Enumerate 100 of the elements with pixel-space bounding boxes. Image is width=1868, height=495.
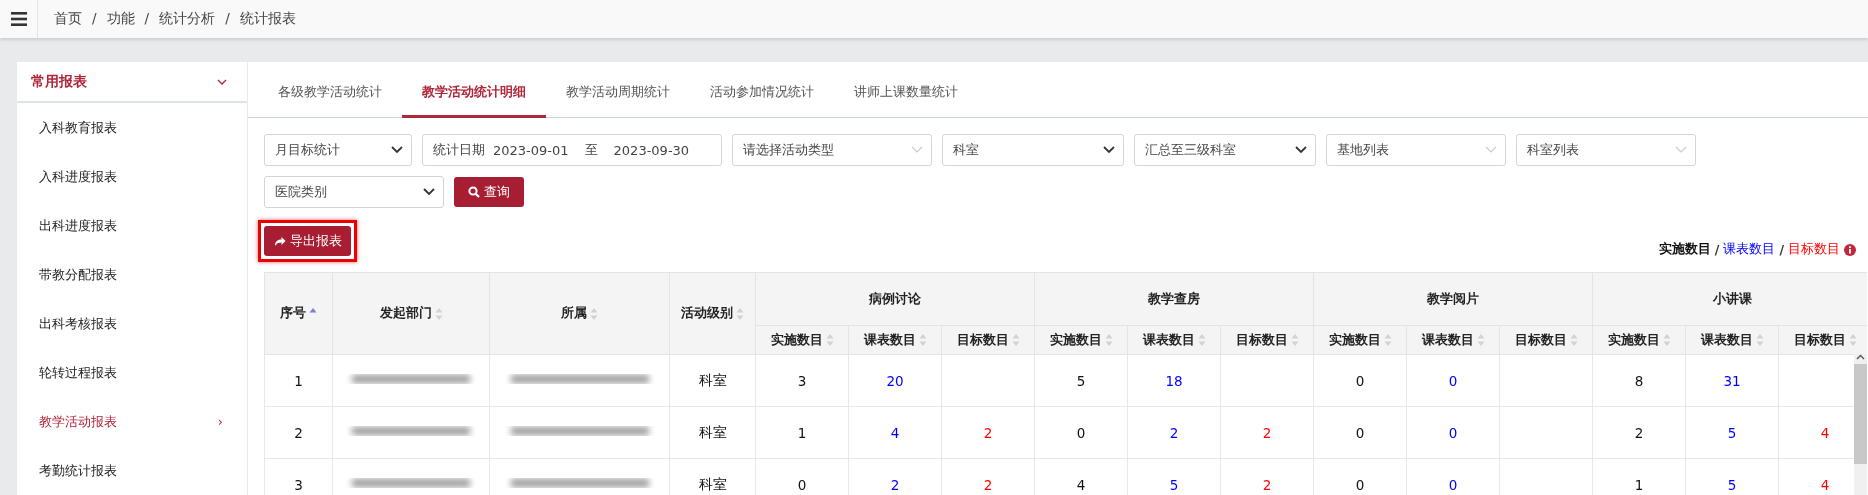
breadcrumb-item: 统计报表 [239,10,296,28]
breadcrumb-separator: / [225,10,230,28]
select-field[interactable]: 基地列表 [1326,134,1506,167]
column-header[interactable]: 课表数目 [1127,325,1221,355]
table-cell: 0 [1313,406,1407,459]
sort-icon[interactable] [1197,333,1206,348]
column-header[interactable]: 课表数目 [1406,325,1500,355]
column-header[interactable]: 所属 [489,272,670,355]
tab[interactable]: 活动参加情况统计 [690,62,834,119]
select-field[interactable]: 科室 [942,134,1124,167]
search-icon [468,186,480,199]
breadcrumb-item[interactable]: 统计分析 [159,10,216,28]
chevron-down-icon [423,188,435,197]
chevron-icon [217,78,227,85]
table-cell: 5 [1685,406,1779,459]
legend-label: 实施数目 [1658,241,1711,259]
table-cell: 2 [1592,406,1686,459]
share-arrow-icon [273,235,286,247]
arrow-icon: › [217,414,223,429]
sort-icon[interactable] [1848,333,1857,348]
info-icon[interactable] [1844,243,1856,256]
column-header[interactable]: 目标数目 [1499,325,1593,355]
scrollbar[interactable] [1854,354,1867,495]
table-cell: 1 [264,354,333,407]
sort-icon[interactable] [1383,333,1392,348]
sort-icon[interactable] [1011,333,1020,348]
table-cell: 4 [848,406,942,459]
legend-label: 课表数目 [1723,241,1776,259]
breadcrumb-separator: / [144,10,150,28]
export-button[interactable]: 导出报表 [264,226,351,257]
sort-icon[interactable] [1755,333,1764,348]
sort-icon[interactable] [434,306,443,321]
table-cell: 18 [1127,354,1221,407]
column-header[interactable]: 课表数目 [848,325,942,355]
table-cell: 3 [264,458,333,495]
breadcrumb-item[interactable]: 功能 [106,10,135,28]
column-header[interactable]: 发起部门 [332,272,490,355]
chevron-down-icon [1103,146,1115,155]
column-header[interactable]: 序号 [264,272,333,355]
sort-icon[interactable] [1569,333,1578,348]
legend-label: 目标数目 [1788,241,1840,259]
table-cell: 31 [1685,354,1779,407]
column-header[interactable]: 目标数目 [1220,325,1314,355]
sort-icon[interactable] [918,333,927,348]
sort-icon[interactable] [1290,333,1299,348]
legend-separator: / [1714,242,1720,258]
chevron-down-icon [1485,146,1497,155]
column-header[interactable]: 课表数目 [1685,325,1779,355]
column-group-header: 病例讨论 [755,272,1035,326]
breadcrumb-separator: / [92,10,97,28]
table-cell: 2 [264,406,333,459]
sort-icon[interactable] [736,306,744,321]
table-cell: 20 [848,354,942,407]
column-header[interactable]: 活动级别 [669,272,756,355]
tab[interactable]: 教学活动周期统计 [546,62,690,119]
select-field[interactable]: 科室列表 [1516,134,1696,167]
tab[interactable]: 教学活动统计明细 [402,62,546,119]
select-field[interactable]: 请选择活动类型 [732,134,932,167]
column-header[interactable]: 目标数目 [1778,325,1867,355]
chevron-down-icon [391,146,403,155]
tab[interactable]: 各级教学活动统计 [258,62,402,119]
query-button[interactable]: 查询 [454,177,524,208]
table-cell: 科室 [669,354,756,407]
column-group-header: 小讲课 [1592,272,1867,326]
table-cell: 科室 [669,406,756,459]
table-cell: 5 [1034,354,1128,407]
menu-button[interactable] [0,0,38,38]
menu-icon [10,12,27,26]
sort-icon[interactable] [1662,333,1671,348]
table-cell: 8 [1592,354,1686,407]
chevron-down-icon [1675,146,1687,155]
column-header[interactable]: 实施数目 [755,325,849,355]
chevron-down-icon [911,146,923,155]
column-header[interactable]: 实施数目 [1313,325,1407,355]
select-field[interactable]: 汇总至三级科室 [1134,134,1316,167]
chevron-up-icon[interactable] [1856,354,1865,361]
table-cell: 3 [755,354,849,407]
select-field[interactable]: 医院类别 [264,176,444,209]
date-range-field[interactable]: 统计日期 2023-09-01 至 2023-09-30 [422,134,722,167]
sort-icon[interactable] [825,333,834,348]
sort-icon[interactable] [1476,333,1485,348]
legend-separator: / [1779,242,1784,258]
select-field[interactable]: 月目标统计 [264,134,412,167]
table-cell: 0 [1406,354,1500,407]
table-cell: 2 [1220,406,1314,459]
table-cell: 0 [1406,406,1500,459]
column-group-header: 教学阅片 [1313,272,1593,326]
chevron-down-icon [1295,146,1307,155]
column-group-header: 教学查房 [1034,272,1314,326]
table-cell: 2 [941,406,1035,459]
tab[interactable]: 讲师上课数量统计 [834,62,978,119]
sort-icon[interactable] [590,306,598,321]
column-header[interactable]: 实施数目 [1034,325,1128,355]
breadcrumb-item[interactable]: 首页 [54,10,82,28]
sort-icon[interactable] [1104,333,1113,348]
table-cell: 0 [1034,406,1128,459]
column-header[interactable]: 目标数目 [941,325,1035,355]
column-header[interactable]: 实施数目 [1592,325,1686,355]
table-cell: 1 [755,406,849,459]
table-cell: 2 [1127,406,1221,459]
